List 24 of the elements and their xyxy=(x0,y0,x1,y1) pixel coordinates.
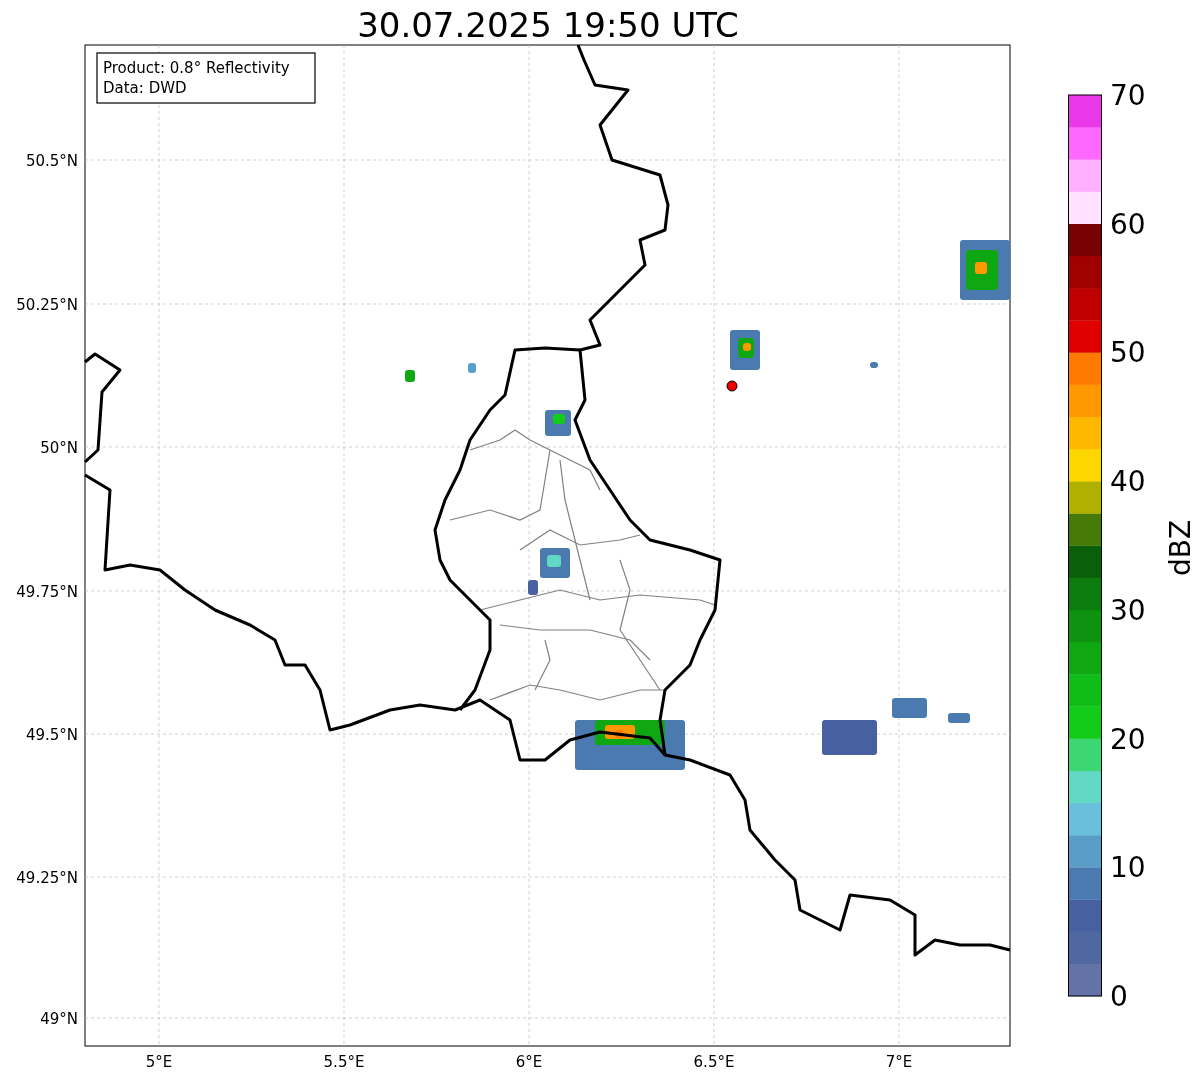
colorbar-tick-label: 50 xyxy=(1110,336,1146,370)
longitude-label: 5.5°E xyxy=(323,1053,365,1071)
info-text: Data: DWD xyxy=(103,79,187,97)
longitude-label: 6.5°E xyxy=(693,1053,735,1071)
latitude-label: 49.75°N xyxy=(16,583,78,601)
longitude-label: 5°E xyxy=(145,1053,173,1071)
colorbar-tick-label: 20 xyxy=(1110,722,1146,756)
latitude-label: 49.5°N xyxy=(25,726,78,744)
latitude-label: 50°N xyxy=(40,439,78,457)
latitude-label: 50.25°N xyxy=(16,296,78,314)
latitude-label: 49.25°N xyxy=(16,869,78,887)
colorbar-tick-label: 0 xyxy=(1110,980,1128,1013)
colorbar-tick-label: 60 xyxy=(1110,207,1146,241)
colorbar-tick-label: 30 xyxy=(1110,593,1146,627)
latitude-label: 50.5°N xyxy=(25,152,78,170)
colorbar-tick-label: 70 xyxy=(1110,79,1146,112)
colorbar-tick-label: 40 xyxy=(1110,465,1146,499)
colorbar-label: dBZ xyxy=(1164,519,1197,577)
longitude-label: 6°E xyxy=(515,1053,543,1071)
latitude-label: 49°N xyxy=(40,1010,78,1028)
chart-title: 30.07.2025 19:50 UTC xyxy=(357,5,739,45)
colorbar-tick-label: 10 xyxy=(1110,851,1146,885)
info-text: Product: 0.8° Reflectivity xyxy=(103,59,290,77)
longitude-label: 7°E xyxy=(885,1053,913,1071)
